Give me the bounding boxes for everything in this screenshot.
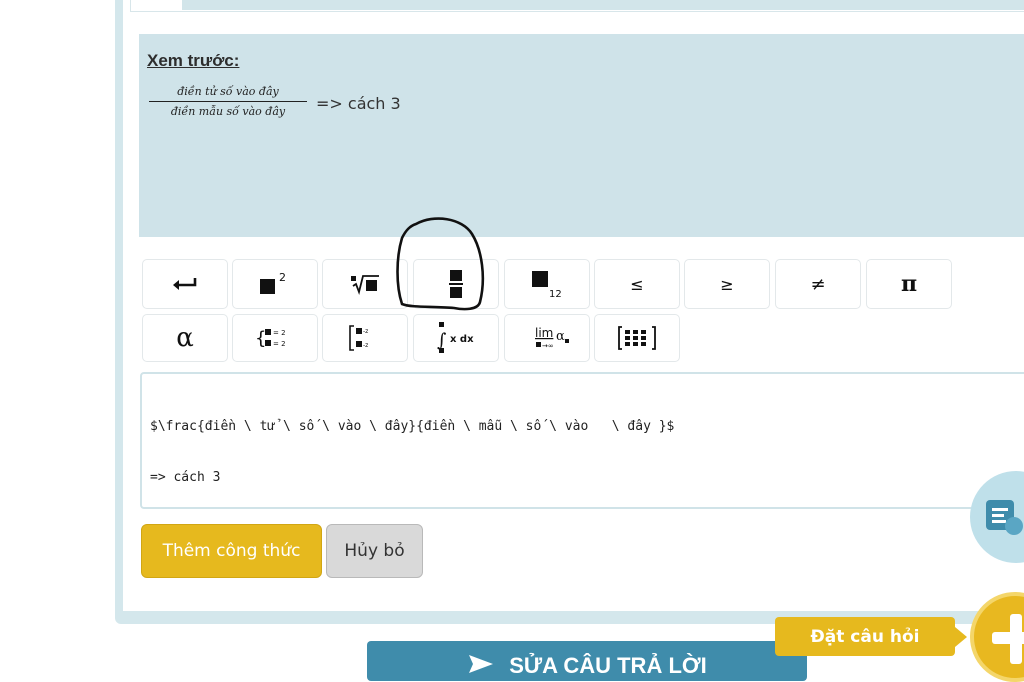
greater-equal-icon: ≥ [720, 274, 734, 294]
alpha-icon: α [176, 323, 194, 353]
bracket-system-icon: -z -z [349, 325, 368, 351]
editor-line-2: => cách 3 [150, 470, 221, 485]
enter-button[interactable] [142, 259, 228, 309]
formula-preview-area [139, 34, 1024, 237]
superscript-button[interactable]: 2 [232, 259, 318, 309]
svg-text:α: α [556, 329, 565, 344]
latex-editor-textarea[interactable]: $\frac{điền \ tử \ số \ vào \ đây}{điền … [140, 372, 1024, 509]
fraction-icon [449, 270, 463, 298]
title-field-fill [182, 0, 1024, 10]
nth-root-button[interactable] [322, 259, 408, 309]
system-of-equations-icon: { = 2 = 2 [255, 328, 286, 349]
svg-text:x dx: x dx [450, 334, 474, 345]
matrix-button[interactable] [594, 314, 680, 362]
integral-icon: ∫ x dx [437, 322, 474, 353]
superscript-icon: 2 [260, 271, 286, 294]
nth-root-icon [351, 275, 379, 296]
greater-equal-button[interactable]: ≥ [684, 259, 770, 309]
less-equal-icon: ≤ [630, 274, 644, 294]
limit-icon: lim →∞α [535, 326, 569, 350]
svg-text:12: 12 [549, 289, 562, 299]
add-formula-button[interactable]: Thêm công thức [141, 524, 322, 578]
matrix-icon [618, 326, 656, 350]
document-list-icon [986, 500, 1023, 535]
alpha-button[interactable]: α [142, 314, 228, 362]
ask-question-label[interactable]: Đặt câu hỏi [775, 617, 955, 656]
pi-icon: π [900, 271, 918, 297]
svg-text:{: { [255, 328, 266, 349]
ask-question-pointer [955, 627, 967, 647]
svg-text:lim: lim [535, 326, 553, 340]
send-icon [469, 655, 494, 673]
less-equal-button[interactable]: ≤ [594, 259, 680, 309]
limit-button[interactable]: lim →∞ α [504, 314, 590, 362]
preview-fraction: điền tử số vào đây điền mẫu số vào đây [148, 85, 308, 118]
svg-text:∫: ∫ [437, 330, 447, 351]
subscript-button[interactable]: 12 [504, 259, 590, 309]
fraction-numerator: điền tử số vào đây [177, 85, 279, 98]
edit-answer-label: SỬA CÂU TRẢ LỜI [509, 653, 707, 678]
preview-after-text: => cách 3 [316, 94, 401, 113]
svg-text:→∞: →∞ [542, 342, 554, 350]
system-of-equations-button[interactable]: { = 2 = 2 [232, 314, 318, 362]
not-equal-icon: ≠ [810, 273, 826, 295]
preview-title: Xem trước: [147, 51, 240, 70]
svg-text:2: 2 [279, 271, 286, 284]
plus-icon-vertical [1010, 614, 1022, 664]
svg-text:= 2: = 2 [273, 329, 286, 337]
cancel-button[interactable]: Hủy bỏ [326, 524, 423, 578]
not-equal-button[interactable]: ≠ [775, 259, 861, 309]
fraction-button[interactable] [413, 259, 499, 309]
edit-answer-button[interactable]: SỬA CÂU TRẢ LỜI [367, 641, 807, 681]
subscript-icon: 12 [532, 271, 562, 299]
svg-text:= 2: = 2 [273, 340, 286, 348]
svg-text:-z: -z [363, 342, 368, 349]
integral-button[interactable]: ∫ x dx [413, 314, 499, 362]
svg-text:-z: -z [363, 328, 368, 335]
editor-line-1: $\frac{điền \ tử \ số \ vào \ đây}{điền … [150, 419, 675, 434]
pi-button[interactable]: π [866, 259, 952, 309]
enter-icon [173, 278, 197, 290]
bracket-system-button[interactable]: -z -z [322, 314, 408, 362]
fraction-denominator: điền mẫu số vào đây [170, 105, 286, 118]
